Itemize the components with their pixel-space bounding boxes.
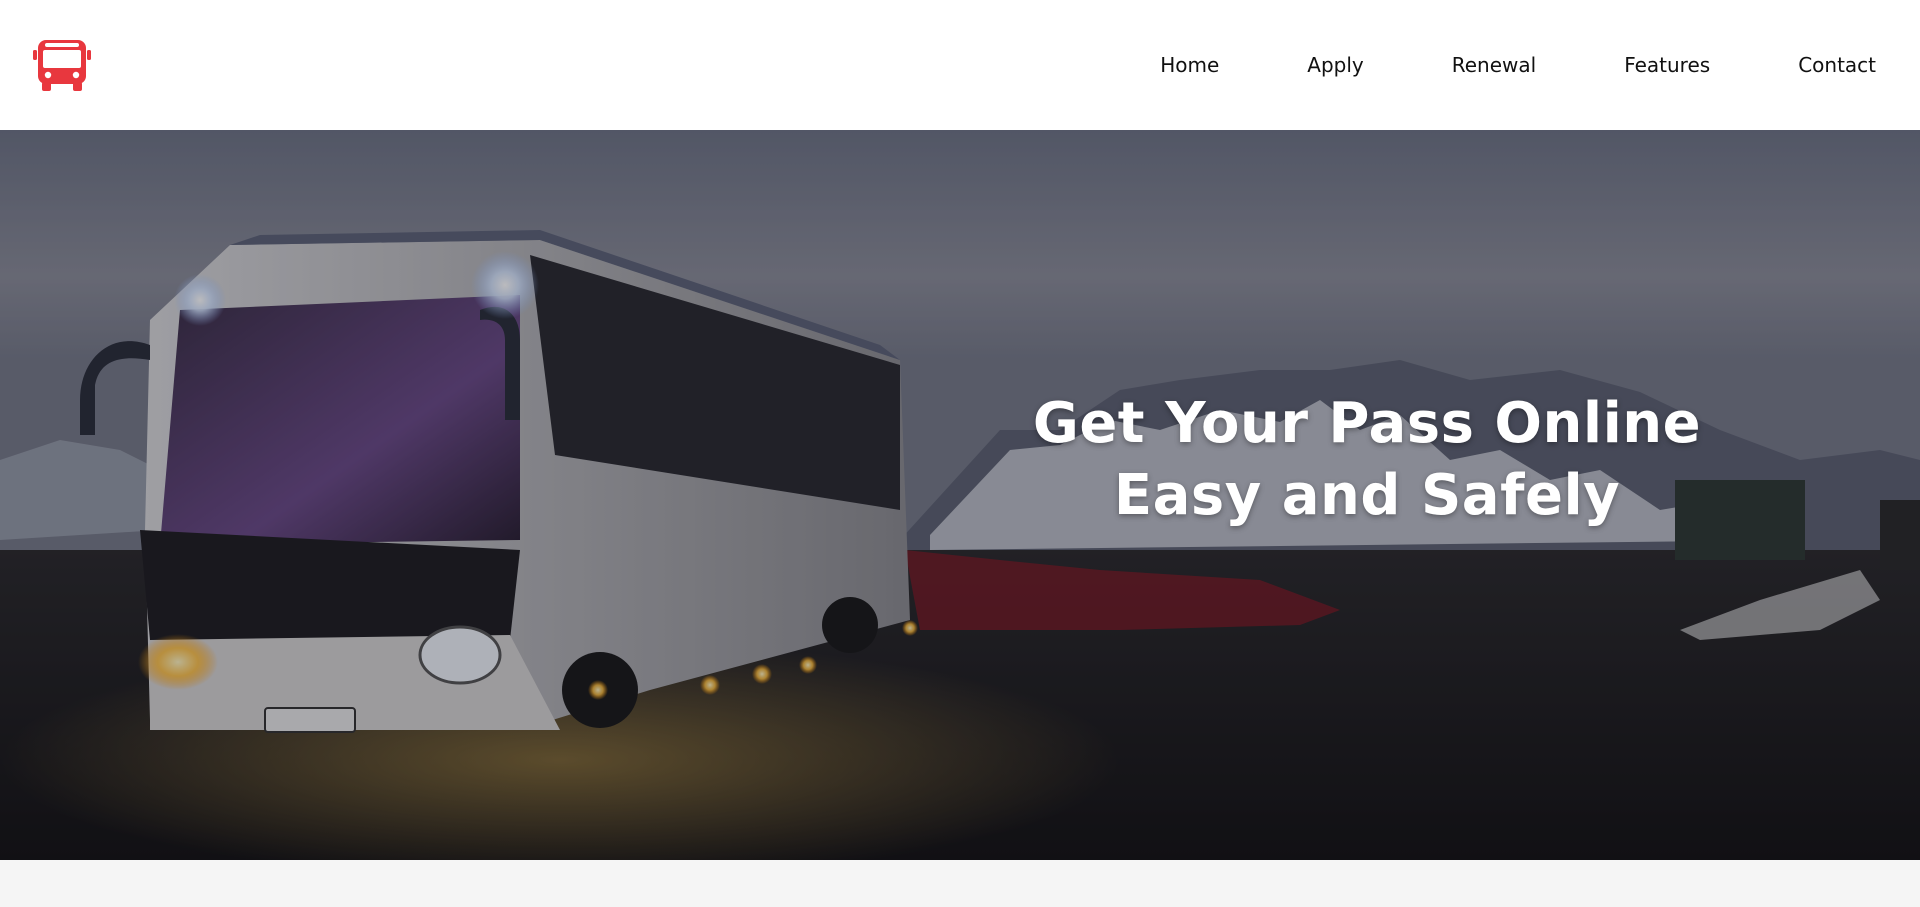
hero-heading-line1: Get Your Pass Online <box>1032 391 1702 456</box>
bus-icon <box>33 40 91 91</box>
hero-section: Get Your Pass Online Easy and Safely <box>0 130 1920 860</box>
nav-renewal-link[interactable]: Renewal <box>1452 55 1536 75</box>
logo-link[interactable] <box>33 38 91 92</box>
hero-heading: Get Your Pass Online Easy and Safely <box>967 388 1767 532</box>
next-section <box>0 860 1920 907</box>
nav-features-link[interactable]: Features <box>1624 55 1710 75</box>
hero-heading-line2: Easy and Safely <box>1113 463 1621 528</box>
nav-home-link[interactable]: Home <box>1160 55 1219 75</box>
nav-apply-link[interactable]: Apply <box>1307 55 1363 75</box>
main-nav: Home Apply Renewal Features Contact <box>1160 55 1876 75</box>
navbar: Home Apply Renewal Features Contact <box>0 0 1920 130</box>
nav-contact-link[interactable]: Contact <box>1798 55 1876 75</box>
